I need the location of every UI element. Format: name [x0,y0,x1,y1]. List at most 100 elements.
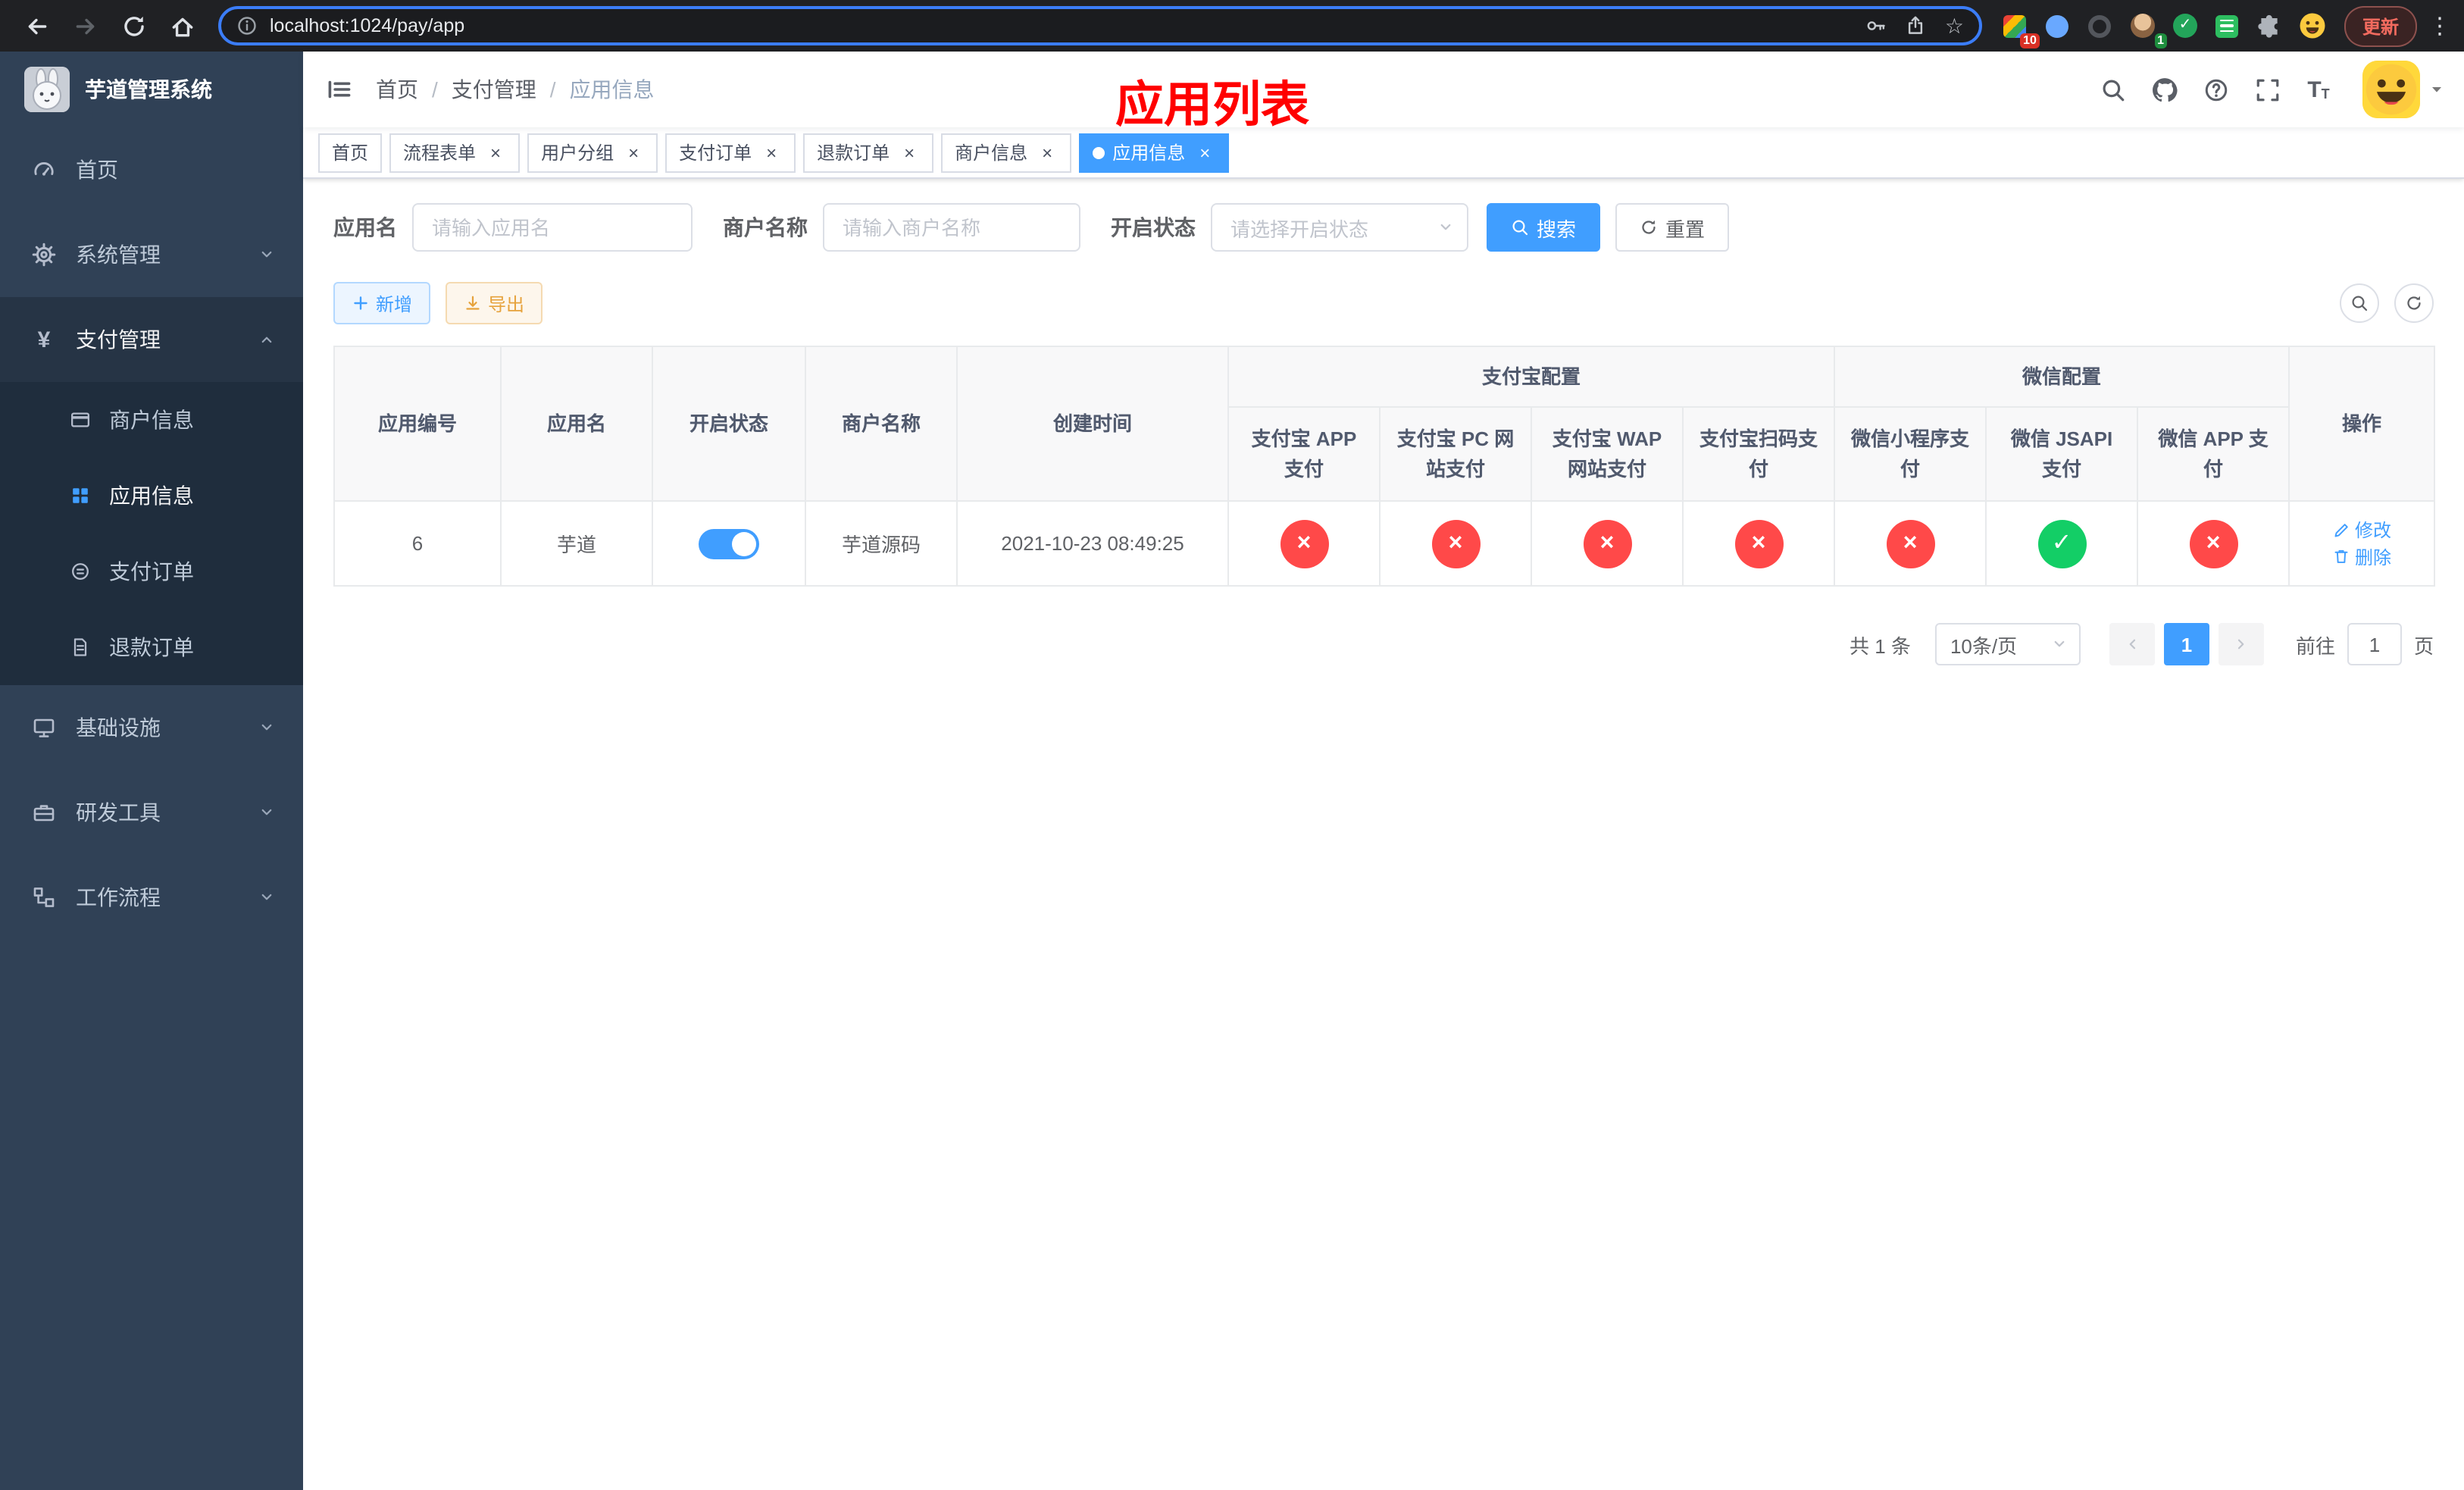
bookmark-star-icon[interactable]: ☆ [1945,15,1964,36]
user-menu[interactable] [2362,61,2446,118]
plus-icon [354,296,367,310]
password-key-icon[interactable] [1866,15,1887,36]
card-icon [67,409,94,430]
back-button[interactable] [17,6,56,45]
fullscreen-button[interactable] [2241,52,2293,127]
extensions-area: 10 1 ✓ [1994,8,2334,49]
tab-refund-orders[interactable]: 退款订单 × [803,133,934,172]
cell-created: 2021-10-23 08:49:25 [956,500,1229,587]
tab-home[interactable]: 首页 [318,133,383,172]
col-actions: 操作 [2288,346,2436,502]
trash-icon [2334,549,2348,563]
sidebar-item-workflow[interactable]: 工作流程 [0,855,303,940]
toggle-search-button[interactable] [2340,283,2379,323]
sidebar-item-merchant-info[interactable]: 商户信息 [0,382,303,458]
search-icon [2352,296,2368,311]
close-icon[interactable]: × [623,142,644,163]
next-page-button[interactable] [2218,623,2264,665]
forward-button[interactable] [65,6,105,45]
extension-icon[interactable]: 10 [1997,8,2040,49]
page-size-select[interactable]: 10条/页 [1934,623,2081,665]
chevron-up-icon [261,337,272,343]
sidebar-item-dev-tools[interactable]: 研发工具 [0,770,303,855]
col-wechat-mini: 微信小程序支付 [1834,406,1987,502]
question-icon [2204,78,2227,101]
pagination: 共 1 条 10条/页 1 前往 页 [333,623,2434,665]
chevron-left-icon [2129,639,2136,650]
page-number-current[interactable]: 1 [2163,623,2209,665]
chevron-down-icon [261,251,272,258]
share-icon[interactable] [1906,15,1927,36]
merchant-name-input[interactable] [823,203,1080,252]
col-merchant: 商户名称 [805,346,958,502]
edit-link[interactable]: 修改 [2332,517,2391,543]
home-button[interactable] [162,6,202,45]
app-name-input[interactable] [412,203,693,252]
filter-bar: 应用名 商户名称 开启状态 请选择开启状态 搜索 重置 [333,203,2434,252]
search-button[interactable]: 搜索 [1487,203,1601,252]
delete-link[interactable]: 删除 [2332,543,2391,569]
reload-button[interactable] [114,6,153,45]
toggle-knob [732,531,756,556]
check-extension-icon: ✓ [2172,14,2197,38]
tab-merchant-info[interactable]: 商户信息 × [941,133,1072,172]
close-icon[interactable]: × [899,142,920,163]
annotation-title: 应用列表 [1115,77,1310,132]
profile-avatar[interactable] [2294,8,2331,44]
sidebar-item-home[interactable]: 首页 [0,127,303,212]
browser-menu-button[interactable]: ⋮ [2428,14,2452,37]
font-size-button[interactable]: TT [2293,52,2344,127]
sidebar-item-app-info[interactable]: 应用信息 [0,458,303,534]
browser-update-button[interactable]: 更新 [2344,5,2417,46]
export-button[interactable]: 导出 [446,282,543,324]
extension-icon[interactable] [2209,8,2246,44]
wechat-mini-status-icon: × [1886,519,1935,568]
cell-alipay-app: × [1227,500,1381,587]
github-button[interactable] [2138,52,2190,127]
fullscreen-icon [2256,78,2278,101]
sidebar-item-infrastructure[interactable]: 基础设施 [0,685,303,770]
merchant-name-label: 商户名称 [723,215,808,239]
header-search-button[interactable] [2087,52,2138,127]
address-bar[interactable]: localhost:1024/pay/app ☆ [218,6,1982,45]
sidebar-item-pay-orders[interactable]: 支付订单 [0,534,303,609]
reset-button[interactable]: 重置 [1615,203,1730,252]
status-toggle[interactable] [699,528,759,559]
breadcrumb-payment[interactable]: 支付管理 [452,74,536,105]
extension-icon[interactable] [2082,8,2118,44]
col-created: 创建时间 [956,346,1229,502]
sidebar-item-system[interactable]: 系统管理 [0,212,303,297]
cell-app-name: 芋道 [500,500,653,587]
tab-pay-orders[interactable]: 支付订单 × [665,133,796,172]
tab-process-form[interactable]: 流程表单 × [389,133,521,172]
extension-icon[interactable]: 1 [2125,8,2167,49]
site-info-icon[interactable] [236,15,258,36]
tab-user-group[interactable]: 用户分组 × [527,133,658,172]
download-icon [466,296,480,310]
extensions-menu-button[interactable] [2252,8,2288,44]
prev-page-button[interactable] [2109,623,2155,665]
tab-app-info[interactable]: 应用信息 × [1079,133,1230,172]
browser-toolbar: localhost:1024/pay/app ☆ 10 1 ✓ 更新 ⋮ [0,0,2464,52]
goto-page-input[interactable] [2347,623,2402,665]
extension-icon[interactable] [2040,8,2076,44]
extension-icon[interactable]: ✓ [2167,8,2203,44]
caret-down-icon [2432,87,2441,92]
wechat-jsapi-status-icon: ✓ [2037,519,2087,568]
help-button[interactable] [2190,52,2241,127]
close-icon[interactable]: × [761,142,782,163]
grid-icon [67,485,94,506]
status-select[interactable]: 请选择开启状态 [1211,203,1468,252]
add-button[interactable]: 新增 [333,282,431,324]
sidebar-item-payment[interactable]: ¥ 支付管理 [0,297,303,382]
close-icon[interactable]: × [1194,142,1215,163]
chevron-down-icon [2054,640,2065,647]
refresh-icon [1642,219,1656,234]
screen: localhost:1024/pay/app ☆ 10 1 ✓ 更新 ⋮ 芋道管… [0,0,2464,1490]
breadcrumb-home[interactable]: 首页 [376,74,418,105]
close-icon[interactable]: × [1037,142,1058,163]
close-icon[interactable]: × [485,142,506,163]
sidebar-item-refund-orders[interactable]: 退款订单 [0,609,303,685]
refresh-table-button[interactable] [2394,283,2434,323]
sidebar-toggle-button[interactable] [303,52,376,127]
